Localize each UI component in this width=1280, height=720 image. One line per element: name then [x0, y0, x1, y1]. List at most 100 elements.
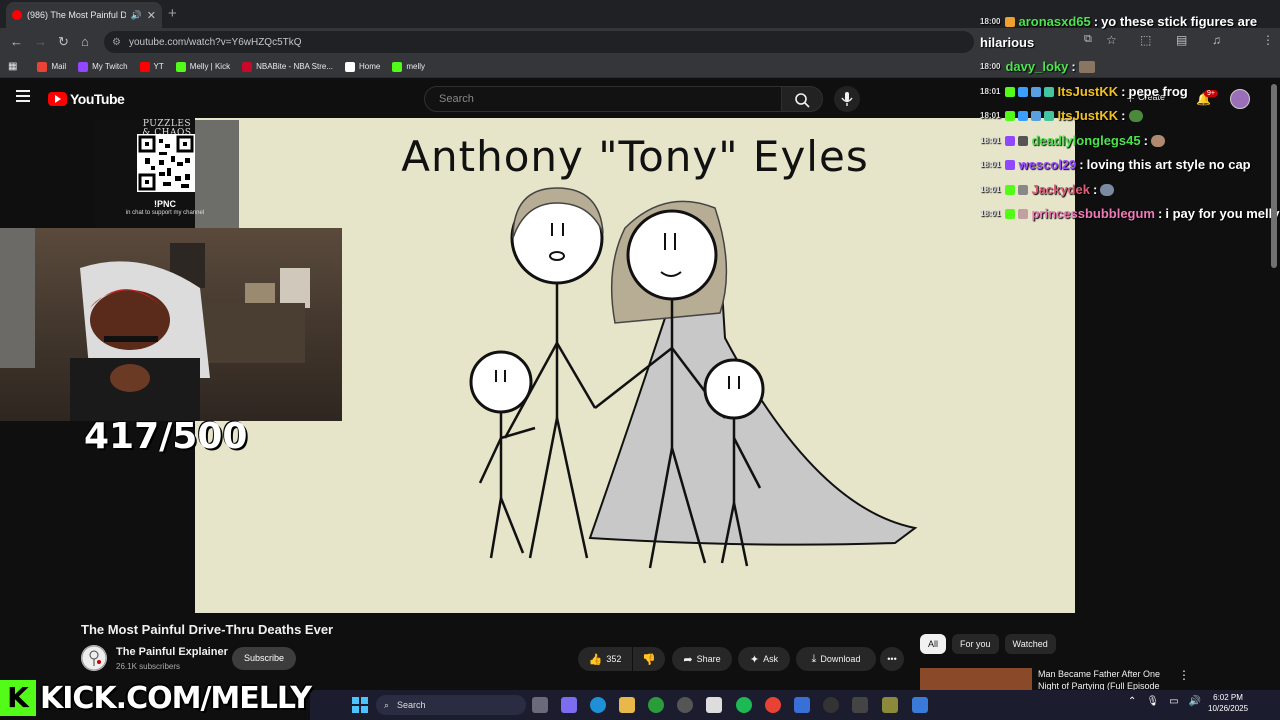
chat-message: 18:01 ItsJustKK: pepe frog [980, 84, 1188, 99]
chat-badge-icon [1018, 86, 1029, 97]
qr-code-panel: PUZZLES & CHAOS !PNC in chat to support … [95, 120, 239, 228]
photos-icon[interactable] [794, 697, 810, 713]
task-view-icon[interactable] [532, 697, 548, 713]
chip-watched[interactable]: Watched [1004, 634, 1056, 654]
spotify-icon[interactable] [736, 697, 752, 713]
taskbar-clock[interactable]: 6:02 PM 10/26/2025 [1208, 692, 1248, 714]
chat-message: 18:01 ItsJustKK: [980, 108, 1280, 123]
chat-message-continued: hilarious [980, 35, 1035, 50]
youtube-logo[interactable]: YouTube [48, 91, 125, 107]
more-horizontal-icon: ••• [887, 654, 897, 664]
close-tab-icon[interactable]: ✕ [147, 9, 156, 22]
thumbs-up-icon: 👍 [588, 653, 603, 666]
more-vertical-icon[interactable]: ⋮ [1178, 668, 1190, 682]
download-button[interactable]: ⤓ Download [796, 647, 876, 671]
taskbar-search[interactable]: ⌕ Search [376, 695, 526, 715]
goal-counter: 417/500 [84, 416, 248, 457]
chrome-icon[interactable] [765, 697, 781, 713]
more-actions-button[interactable]: ••• [880, 647, 904, 671]
address-bar[interactable]: ⚙ youtube.com/watch?v=Y6wHZQc5TkQ [104, 31, 974, 53]
chat-badge-icon [1005, 16, 1016, 27]
channel-name[interactable]: The Painful Explainer [116, 646, 228, 658]
hamburger-menu-icon[interactable] [16, 90, 30, 102]
browser-tab[interactable]: (986) The Most Painful Driv 🔊 ✕ [6, 2, 162, 28]
channel-avatar[interactable] [81, 645, 107, 671]
steam-icon[interactable] [677, 697, 693, 713]
bookmark-yt[interactable]: YT [139, 61, 164, 72]
chat-badge-icon [1018, 208, 1029, 219]
chat-badge-icon [1044, 110, 1055, 121]
kick-icon [175, 61, 186, 72]
search-icon: ⌕ [384, 699, 390, 710]
obs-icon[interactable] [823, 697, 839, 713]
ask-button[interactable]: ✦ Ask [738, 647, 790, 671]
reload-icon[interactable]: ↻ [58, 34, 69, 50]
recommended-video-thumbnail[interactable] [920, 668, 1032, 690]
kick-url-text: KICK.COM/MELLY [40, 680, 312, 716]
site-info-icon[interactable]: ⚙ [112, 37, 121, 48]
apps-grid-icon[interactable]: ▦ [8, 61, 17, 72]
bookmark-nbabite[interactable]: NBABite - NBA Stre... [242, 61, 333, 72]
chevron-up-icon[interactable]: ⌃ [1128, 696, 1136, 707]
youtube-play-icon [48, 92, 67, 106]
emote-icon [1078, 60, 1095, 73]
sparkle-icon: ✦ [749, 653, 760, 666]
kick-url-banner: K KICK.COM/MELLY [0, 676, 312, 720]
url-text: youtube.com/watch?v=Y6wHZQc5TkQ [128, 36, 302, 48]
recommended-video-title[interactable]: Man Became Father After One Night of Par… [1038, 668, 1168, 690]
back-icon[interactable]: ← [10, 34, 23, 49]
bookmark-melly-kick[interactable]: Melly | Kick [175, 61, 230, 72]
subscribe-button[interactable]: Subscribe [232, 647, 296, 670]
like-button[interactable]: 👍 352 [578, 647, 632, 671]
chat-badge-icon [1005, 135, 1016, 146]
chat-message: 18:01 deadlylonglegs45: [980, 133, 1280, 148]
chip-for-you[interactable]: For you [952, 634, 999, 654]
copilot-icon[interactable] [561, 697, 577, 713]
app-icon[interactable] [912, 697, 928, 713]
forward-icon[interactable]: → [34, 34, 47, 49]
chat-overlay: 18:00 aronasxd65: yo these stick figures… [980, 0, 1280, 230]
windows-start-icon[interactable] [352, 697, 368, 713]
dislike-button[interactable]: 👎 [633, 647, 665, 671]
store-icon[interactable] [706, 697, 722, 713]
voice-search-button[interactable] [834, 86, 860, 112]
chat-badge-icon [1031, 86, 1042, 97]
bookmark-home[interactable]: Home [345, 61, 380, 72]
volume-icon[interactable]: 🔊 [1189, 696, 1201, 707]
chat-badge-icon [1005, 159, 1016, 170]
search-input[interactable]: Search [424, 86, 782, 112]
webcam-feed [0, 228, 342, 421]
app-icon[interactable] [882, 697, 898, 713]
share-icon: ➦ [683, 653, 693, 666]
chip-all[interactable]: All [920, 634, 947, 654]
tab-title: (986) The Most Painful Driv [27, 10, 126, 20]
bookmark-melly[interactable]: melly [392, 61, 425, 72]
new-tab-icon[interactable]: + [168, 5, 177, 22]
page-scrollbar[interactable] [1271, 84, 1277, 268]
qr-subtext: in chat to support my channel [125, 210, 205, 216]
kick-badge-icon [1005, 184, 1016, 195]
chat-badge-icon [1018, 135, 1029, 146]
chat-message: 18:01 princessbubblegum: i pay for you m… [980, 206, 1280, 221]
speaker-icon[interactable]: 🔊 [131, 10, 142, 21]
microphone-icon [841, 92, 853, 106]
app-icon[interactable] [852, 697, 868, 713]
download-icon: ⤓ [811, 652, 817, 665]
chat-message: 18:00 davy_loky: [980, 59, 1280, 74]
edge-icon[interactable] [590, 697, 606, 713]
search-button[interactable] [781, 86, 823, 112]
chat-message: 18:01 Jackydek: [980, 182, 1280, 197]
bookmark-mail[interactable]: Mail [37, 61, 66, 72]
home-icon[interactable]: ⌂ [81, 34, 89, 49]
bookmark-my-twitch[interactable]: My Twitch [78, 61, 128, 72]
file-explorer-icon[interactable] [619, 697, 635, 713]
xbox-icon[interactable] [648, 697, 664, 713]
system-tray[interactable]: ⌃ 🎙 ▭ 🔊 [1128, 696, 1201, 707]
subscriber-count: 26.1K subscribers [116, 662, 181, 671]
share-button[interactable]: ➦ Share [672, 647, 732, 671]
qr-code-icon [137, 134, 195, 192]
mic-icon[interactable]: 🎙 [1146, 696, 1159, 707]
network-icon[interactable]: ▭ [1169, 696, 1178, 707]
nba-icon [242, 61, 253, 72]
emote-icon [1100, 183, 1115, 196]
